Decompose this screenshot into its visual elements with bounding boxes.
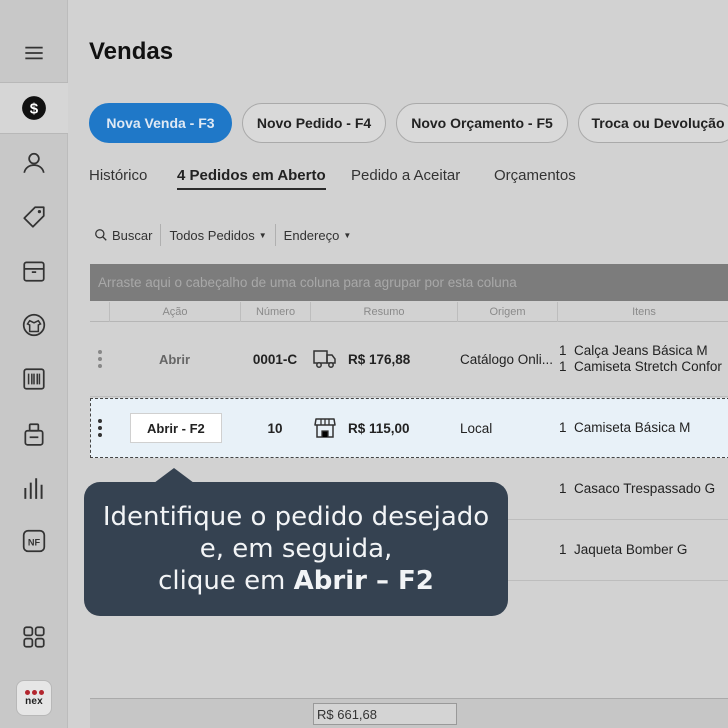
- order-items: 1 Calça Jeans Básica M 1 Camiseta Stretc…: [559, 322, 722, 396]
- column-header-items[interactable]: Itens: [557, 302, 728, 322]
- order-origin: Catálogo Onli...: [460, 351, 554, 367]
- list-item: 1 Jaqueta Bomber G: [559, 542, 688, 557]
- tab-quotes[interactable]: Orçamentos: [494, 167, 576, 188]
- search-button[interactable]: Buscar: [89, 224, 160, 246]
- sidebar-item-sales[interactable]: $: [0, 82, 68, 134]
- grid-toolbar: Buscar Todos Pedidos ▼ Endereço ▼: [89, 224, 359, 246]
- grid-column-headers: Ação Número Resumo Origem Itens: [90, 302, 728, 322]
- column-header-origin[interactable]: Origem: [457, 302, 557, 322]
- barcode-icon: [23, 368, 45, 390]
- bar-chart-icon: [24, 478, 43, 499]
- kebab-menu-icon: [98, 419, 102, 437]
- tooltip-line-2: e, em seguida,: [199, 534, 393, 564]
- sidebar: $ NF nex: [0, 0, 68, 728]
- sidebar-item-apparel[interactable]: [0, 299, 68, 351]
- list-item: 1 Calça Jeans Básica M: [559, 343, 708, 358]
- sidebar-item-menu[interactable]: [0, 27, 68, 79]
- hamburger-menu-icon: [25, 46, 43, 60]
- storefront-icon: [313, 399, 337, 457]
- search-label: Buscar: [112, 227, 153, 243]
- nf-invoice-icon: NF: [22, 529, 46, 553]
- caret-down-icon: ▼: [258, 230, 267, 240]
- box-icon: [23, 261, 45, 282]
- order-origin: Local: [460, 420, 493, 436]
- grid-footer: R$ 661,68: [90, 698, 728, 728]
- tab-orders-to-accept[interactable]: Pedido a Aceitar: [351, 167, 460, 188]
- svg-text:$: $: [30, 100, 39, 117]
- sidebar-item-products[interactable]: [0, 191, 68, 243]
- logo-text: nex: [25, 695, 43, 707]
- main-content: Vendas Nova Venda - F3 Novo Pedido - F4 …: [69, 0, 728, 728]
- open-order-f2-button[interactable]: Abrir - F2: [130, 413, 222, 443]
- tutorial-tooltip: Identifique o pedido desejado e, em segu…: [84, 468, 508, 616]
- column-header-action[interactable]: Ação: [109, 302, 240, 322]
- open-order-f2-container: Abrir - F2: [130, 399, 222, 457]
- tooltip-line-1: Identifique o pedido desejado: [102, 502, 490, 532]
- new-order-button[interactable]: Novo Pedido - F4: [242, 103, 386, 143]
- row-menu-button[interactable]: [98, 322, 102, 396]
- nex-logo[interactable]: nex: [16, 680, 52, 716]
- delivery-truck-icon: [313, 322, 337, 396]
- page-title: Vendas: [89, 38, 174, 65]
- new-sale-button[interactable]: Nova Venda - F3: [89, 103, 232, 143]
- sidebar-item-stock[interactable]: [0, 245, 68, 297]
- kebab-menu-icon: [98, 350, 102, 368]
- exchange-return-button[interactable]: Troca ou Devolução: [578, 103, 728, 143]
- summary-total: R$ 661,68: [313, 703, 457, 725]
- sidebar-item-analytics[interactable]: [0, 462, 68, 514]
- order-items: 1 Camiseta Básica M: [559, 399, 690, 457]
- tooltip-highlight: Abrir – F2: [293, 566, 434, 596]
- order-summary-value: R$ 176,88: [348, 351, 411, 367]
- dollar-icon: $: [22, 96, 46, 120]
- tab-open-orders[interactable]: 4 Pedidos em Aberto: [177, 167, 326, 190]
- sidebar-item-customers[interactable]: [0, 137, 68, 189]
- svg-text:NF: NF: [28, 537, 41, 547]
- clipboard-icon: [24, 423, 44, 446]
- row-menu-button[interactable]: [98, 399, 102, 457]
- address-filter-dropdown[interactable]: Endereço ▼: [274, 224, 360, 246]
- search-icon: [95, 229, 107, 241]
- table-row[interactable]: Abrir 0001-C R$ 176,88 Catálogo Onli... …: [90, 322, 728, 397]
- order-items: 1 Jaqueta Bomber G: [559, 520, 687, 580]
- user-icon: [23, 152, 45, 173]
- column-header-number[interactable]: Número: [240, 302, 310, 322]
- sidebar-item-invoice[interactable]: NF: [0, 515, 68, 567]
- tshirt-icon: [22, 313, 46, 337]
- order-number: 10: [267, 420, 283, 436]
- tooltip-line-3: clique em Abrir – F2: [158, 566, 434, 596]
- sidebar-item-barcode[interactable]: [0, 353, 68, 405]
- column-header-handle: [90, 302, 109, 322]
- caret-down-icon: ▼: [343, 230, 352, 240]
- logo-dots-icon: [24, 689, 44, 695]
- address-filter-label: Endereço: [283, 227, 340, 243]
- group-by-drop-area[interactable]: Arraste aqui o cabeçalho de uma coluna p…: [90, 264, 728, 301]
- orders-filter-dropdown[interactable]: Todos Pedidos ▼: [160, 224, 274, 246]
- list-item: 1 Camiseta Stretch Confor: [559, 359, 722, 374]
- new-quote-button[interactable]: Novo Orçamento - F5: [396, 103, 568, 143]
- order-number: 0001-C: [252, 351, 298, 367]
- list-item: 1 Casaco Trespassado G: [559, 481, 716, 496]
- sidebar-item-apps[interactable]: [0, 611, 68, 663]
- apps-grid-icon: [23, 626, 45, 648]
- tag-icon: [23, 206, 45, 228]
- tab-history[interactable]: Histórico: [89, 167, 147, 188]
- orders-filter-label: Todos Pedidos: [169, 227, 255, 243]
- column-header-summary[interactable]: Resumo: [310, 302, 457, 322]
- table-row-selected[interactable]: Abrir - F2 10 R$ 115,00 Local 1 Camiseta…: [90, 398, 728, 458]
- order-summary-value: R$ 115,00: [348, 420, 410, 436]
- open-order-link[interactable]: Abrir: [109, 322, 240, 396]
- list-item: 1 Camiseta Básica M: [559, 420, 691, 435]
- order-items: 1 Casaco Trespassado G: [559, 459, 715, 519]
- sidebar-item-reports[interactable]: [0, 408, 68, 460]
